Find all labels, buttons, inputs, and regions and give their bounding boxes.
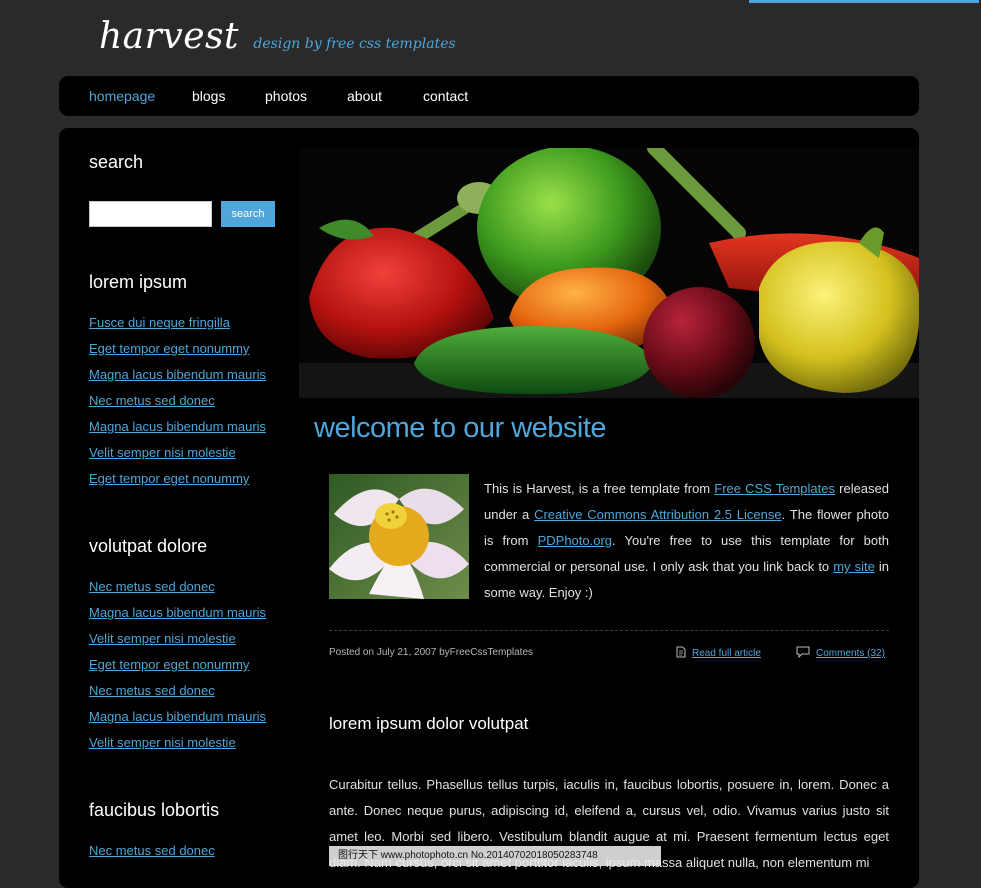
sidebar-link[interactable]: Velit semper nisi molestie bbox=[89, 631, 236, 646]
list-item: Velit semper nisi molestie bbox=[89, 444, 266, 470]
sidebar-link[interactable]: Magna lacus bibendum mauris bbox=[89, 709, 266, 724]
list-item: Magna lacus bibendum mauris bbox=[89, 418, 266, 444]
sidebar-link[interactable]: Magna lacus bibendum mauris bbox=[89, 605, 266, 620]
header-banner-image bbox=[299, 148, 919, 398]
sidebar-link[interactable]: Nec metus sed donec bbox=[89, 683, 215, 698]
main-nav: homepage blogs photos about contact bbox=[59, 76, 919, 116]
sidebar-link[interactable]: Magna lacus bibendum mauris bbox=[89, 419, 266, 434]
sidebar-link[interactable]: Velit semper nisi molestie bbox=[89, 735, 236, 750]
list-item: Nec metus sed donec bbox=[89, 578, 266, 604]
sidebar-list-volutpat-dolore: Nec metus sed donec Magna lacus bibendum… bbox=[89, 578, 266, 760]
license-link[interactable]: Creative Commons Attribution 2.5 License bbox=[534, 507, 782, 522]
search-button[interactable]: search bbox=[221, 201, 275, 227]
list-item: Fusce dui neque fringilla bbox=[89, 314, 266, 340]
sidebar-list-lorem-ipsum: Fusce dui neque fringilla Eget tempor eg… bbox=[89, 314, 266, 496]
list-item: Velit semper nisi molestie bbox=[89, 734, 266, 760]
list-item: Velit semper nisi molestie bbox=[89, 630, 266, 656]
list-item: Nec metus sed donec bbox=[89, 842, 215, 868]
list-item: Nec metus sed donec bbox=[89, 392, 266, 418]
sidebar-heading-lorem-ipsum: lorem ipsum bbox=[89, 272, 188, 292]
list-item: Eget tempor eget nonummy bbox=[89, 470, 266, 496]
comments: Comments (32) bbox=[796, 646, 885, 661]
nav-photos[interactable]: photos bbox=[265, 88, 307, 104]
search-input[interactable] bbox=[89, 201, 212, 227]
post-meta: Posted on July 21, 2007 byFreeCssTemplat… bbox=[329, 647, 533, 658]
sidebar-link[interactable]: Velit semper nisi molestie bbox=[89, 445, 236, 460]
comment-icon bbox=[796, 646, 810, 661]
post-divider bbox=[329, 630, 889, 631]
nav-about[interactable]: about bbox=[347, 88, 382, 104]
document-icon bbox=[676, 646, 686, 661]
site-header: harvest design by free css templates bbox=[99, 16, 456, 57]
lotus-flower-image bbox=[329, 474, 469, 599]
flower-thumbnail bbox=[329, 474, 469, 599]
read-full-article-link[interactable]: Read full article bbox=[692, 648, 761, 659]
comments-link[interactable]: Comments (32) bbox=[816, 648, 885, 659]
sidebar-link[interactable]: Nec metus sed donec bbox=[89, 393, 215, 408]
sidebar-link[interactable]: Nec metus sed donec bbox=[89, 843, 215, 858]
sidebar-list-faucibus-lobortis: Nec metus sed donec bbox=[89, 842, 215, 868]
post-title: welcome to our website bbox=[314, 412, 607, 444]
list-item: Magna lacus bibendum mauris bbox=[89, 708, 266, 734]
sidebar-link[interactable]: Eget tempor eget nonummy bbox=[89, 657, 249, 672]
list-item: Eget tempor eget nonummy bbox=[89, 656, 266, 682]
watermark: 图行天下 www.photophoto.cn No.20140702018050… bbox=[329, 846, 661, 866]
my-site-link[interactable]: my site bbox=[833, 559, 875, 574]
list-item: Nec metus sed donec bbox=[89, 682, 266, 708]
search-heading: search bbox=[89, 152, 144, 172]
sidebar-link[interactable]: Eget tempor eget nonummy bbox=[89, 471, 249, 486]
nav-contact[interactable]: contact bbox=[423, 88, 468, 104]
sidebar-link[interactable]: Nec metus sed donec bbox=[89, 579, 215, 594]
sidebar-heading-volutpat-dolore: volutpat dolore bbox=[89, 536, 208, 556]
list-item: Magna lacus bibendum mauris bbox=[89, 366, 266, 392]
list-item: Eget tempor eget nonummy bbox=[89, 340, 266, 366]
site-tagline: design by free css templates bbox=[253, 36, 456, 52]
post-intro-text: This is Harvest, is a free template from… bbox=[484, 481, 890, 600]
sidebar-link[interactable]: Eget tempor eget nonummy bbox=[89, 341, 249, 356]
sidebar-link[interactable]: Magna lacus bibendum mauris bbox=[89, 367, 266, 382]
sidebar-link[interactable]: Fusce dui neque fringilla bbox=[89, 315, 230, 330]
sidebar-heading-faucibus-lobortis: faucibus lobortis bbox=[89, 800, 220, 820]
nav-blogs[interactable]: blogs bbox=[192, 88, 225, 104]
list-item: Magna lacus bibendum mauris bbox=[89, 604, 266, 630]
pdphoto-link[interactable]: PDPhoto.org bbox=[538, 533, 612, 548]
vegetables-illustration bbox=[299, 148, 919, 398]
nav-homepage[interactable]: homepage bbox=[89, 88, 155, 104]
read-full-article: Read full article bbox=[676, 646, 761, 661]
free-css-templates-link[interactable]: Free CSS Templates bbox=[714, 481, 835, 496]
section-title: lorem ipsum dolor volutpat bbox=[329, 714, 529, 733]
top-accent-bar bbox=[749, 0, 979, 3]
site-logo[interactable]: harvest bbox=[99, 16, 239, 57]
